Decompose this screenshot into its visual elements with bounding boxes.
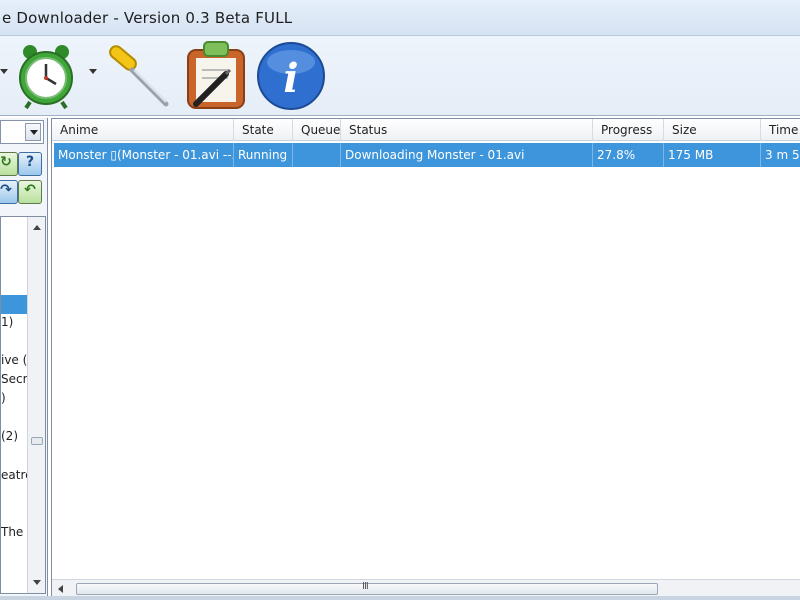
window-bottom-border bbox=[0, 596, 800, 600]
help-icon[interactable]: ? bbox=[18, 152, 42, 176]
screwdriver-settings-icon[interactable] bbox=[102, 40, 174, 112]
tree-item[interactable]: eatre bbox=[1, 466, 27, 485]
column-header-time-left[interactable]: Time l bbox=[761, 119, 800, 141]
tree-item[interactable]: 1) bbox=[1, 313, 27, 332]
column-header-progress[interactable]: Progress bbox=[593, 119, 664, 141]
left-pane: ↻ ? ↷ ↶ 1) ive ( Secre ) (2) eatre The bbox=[0, 118, 48, 598]
anime-tree[interactable]: 1) ive ( Secre ) (2) eatre The bbox=[0, 216, 46, 594]
filter-dropdown[interactable] bbox=[0, 120, 44, 144]
scroll-grip: III bbox=[362, 581, 369, 592]
cell-state: Running bbox=[234, 143, 293, 167]
scroll-up-icon[interactable] bbox=[33, 225, 41, 230]
column-header-state[interactable]: State bbox=[234, 119, 293, 141]
cell-status: Downloading Monster - 01.avi bbox=[341, 143, 593, 167]
tree-item[interactable]: The bbox=[1, 523, 27, 542]
scroll-left-icon[interactable] bbox=[58, 585, 63, 593]
cell-progress: 27.8% bbox=[593, 143, 664, 167]
clipboard-pen-icon[interactable] bbox=[182, 40, 254, 112]
tree-item-selected[interactable] bbox=[1, 295, 27, 314]
tree-item[interactable]: ) bbox=[1, 389, 27, 408]
dropdown-arrow-icon[interactable] bbox=[0, 69, 8, 74]
tree-item[interactable]: ive ( bbox=[1, 351, 27, 370]
table-row[interactable]: Monster ▯(Monster - 01.avi --... Running… bbox=[54, 143, 800, 167]
tree-item[interactable]: Secre bbox=[1, 370, 27, 389]
scroll-thumb[interactable]: III bbox=[76, 581, 658, 595]
cell-queue bbox=[293, 143, 341, 167]
dropdown-button[interactable] bbox=[25, 123, 41, 141]
download-list[interactable]: Anime State Queue Status Progress Size T… bbox=[51, 118, 800, 598]
tree-item[interactable]: (2) bbox=[1, 427, 27, 446]
list-horizontal-scrollbar[interactable]: III bbox=[52, 579, 800, 597]
title-bar: e Downloader - Version 0.3 Beta FULL bbox=[0, 0, 800, 36]
back-icon[interactable]: ↶ bbox=[18, 180, 42, 204]
dropdown-arrow-icon[interactable] bbox=[89, 69, 97, 74]
cell-anime: Monster ▯(Monster - 01.avi --... bbox=[54, 143, 234, 167]
redo-icon[interactable]: ↷ bbox=[0, 180, 18, 204]
refresh-icon[interactable]: ↻ bbox=[0, 152, 18, 176]
cell-time-left: 3 m 5 bbox=[765, 148, 800, 162]
scroll-down-icon[interactable] bbox=[33, 580, 41, 585]
info-icon[interactable]: i bbox=[255, 40, 327, 112]
window-title: e Downloader - Version 0.3 Beta FULL bbox=[2, 9, 293, 27]
scroll-thumb[interactable] bbox=[31, 437, 43, 445]
alarm-clock-icon[interactable] bbox=[10, 40, 82, 112]
info-glyph: i bbox=[283, 55, 298, 102]
toolbar: i bbox=[0, 36, 800, 116]
column-header-anime[interactable]: Anime bbox=[52, 119, 234, 141]
column-header-size[interactable]: Size bbox=[664, 119, 761, 141]
tree-scrollbar[interactable] bbox=[27, 217, 45, 593]
cell-size: 175 MB bbox=[664, 143, 761, 167]
column-header-status[interactable]: Status bbox=[341, 119, 593, 141]
column-header-queue[interactable]: Queue bbox=[293, 119, 341, 141]
list-header: Anime State Queue Status Progress Size T… bbox=[52, 119, 800, 141]
